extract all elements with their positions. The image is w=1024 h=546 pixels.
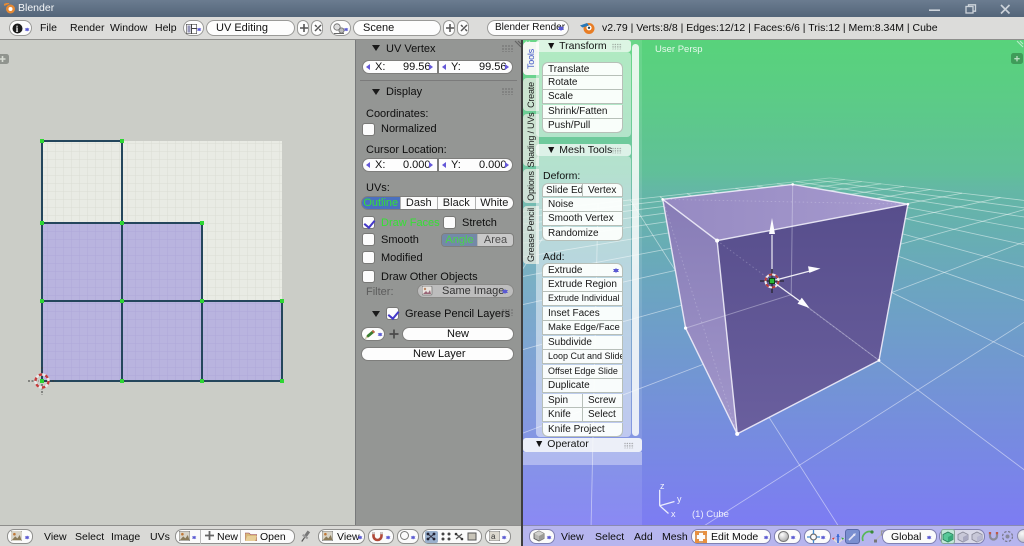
svg-text:a: a (491, 532, 496, 541)
